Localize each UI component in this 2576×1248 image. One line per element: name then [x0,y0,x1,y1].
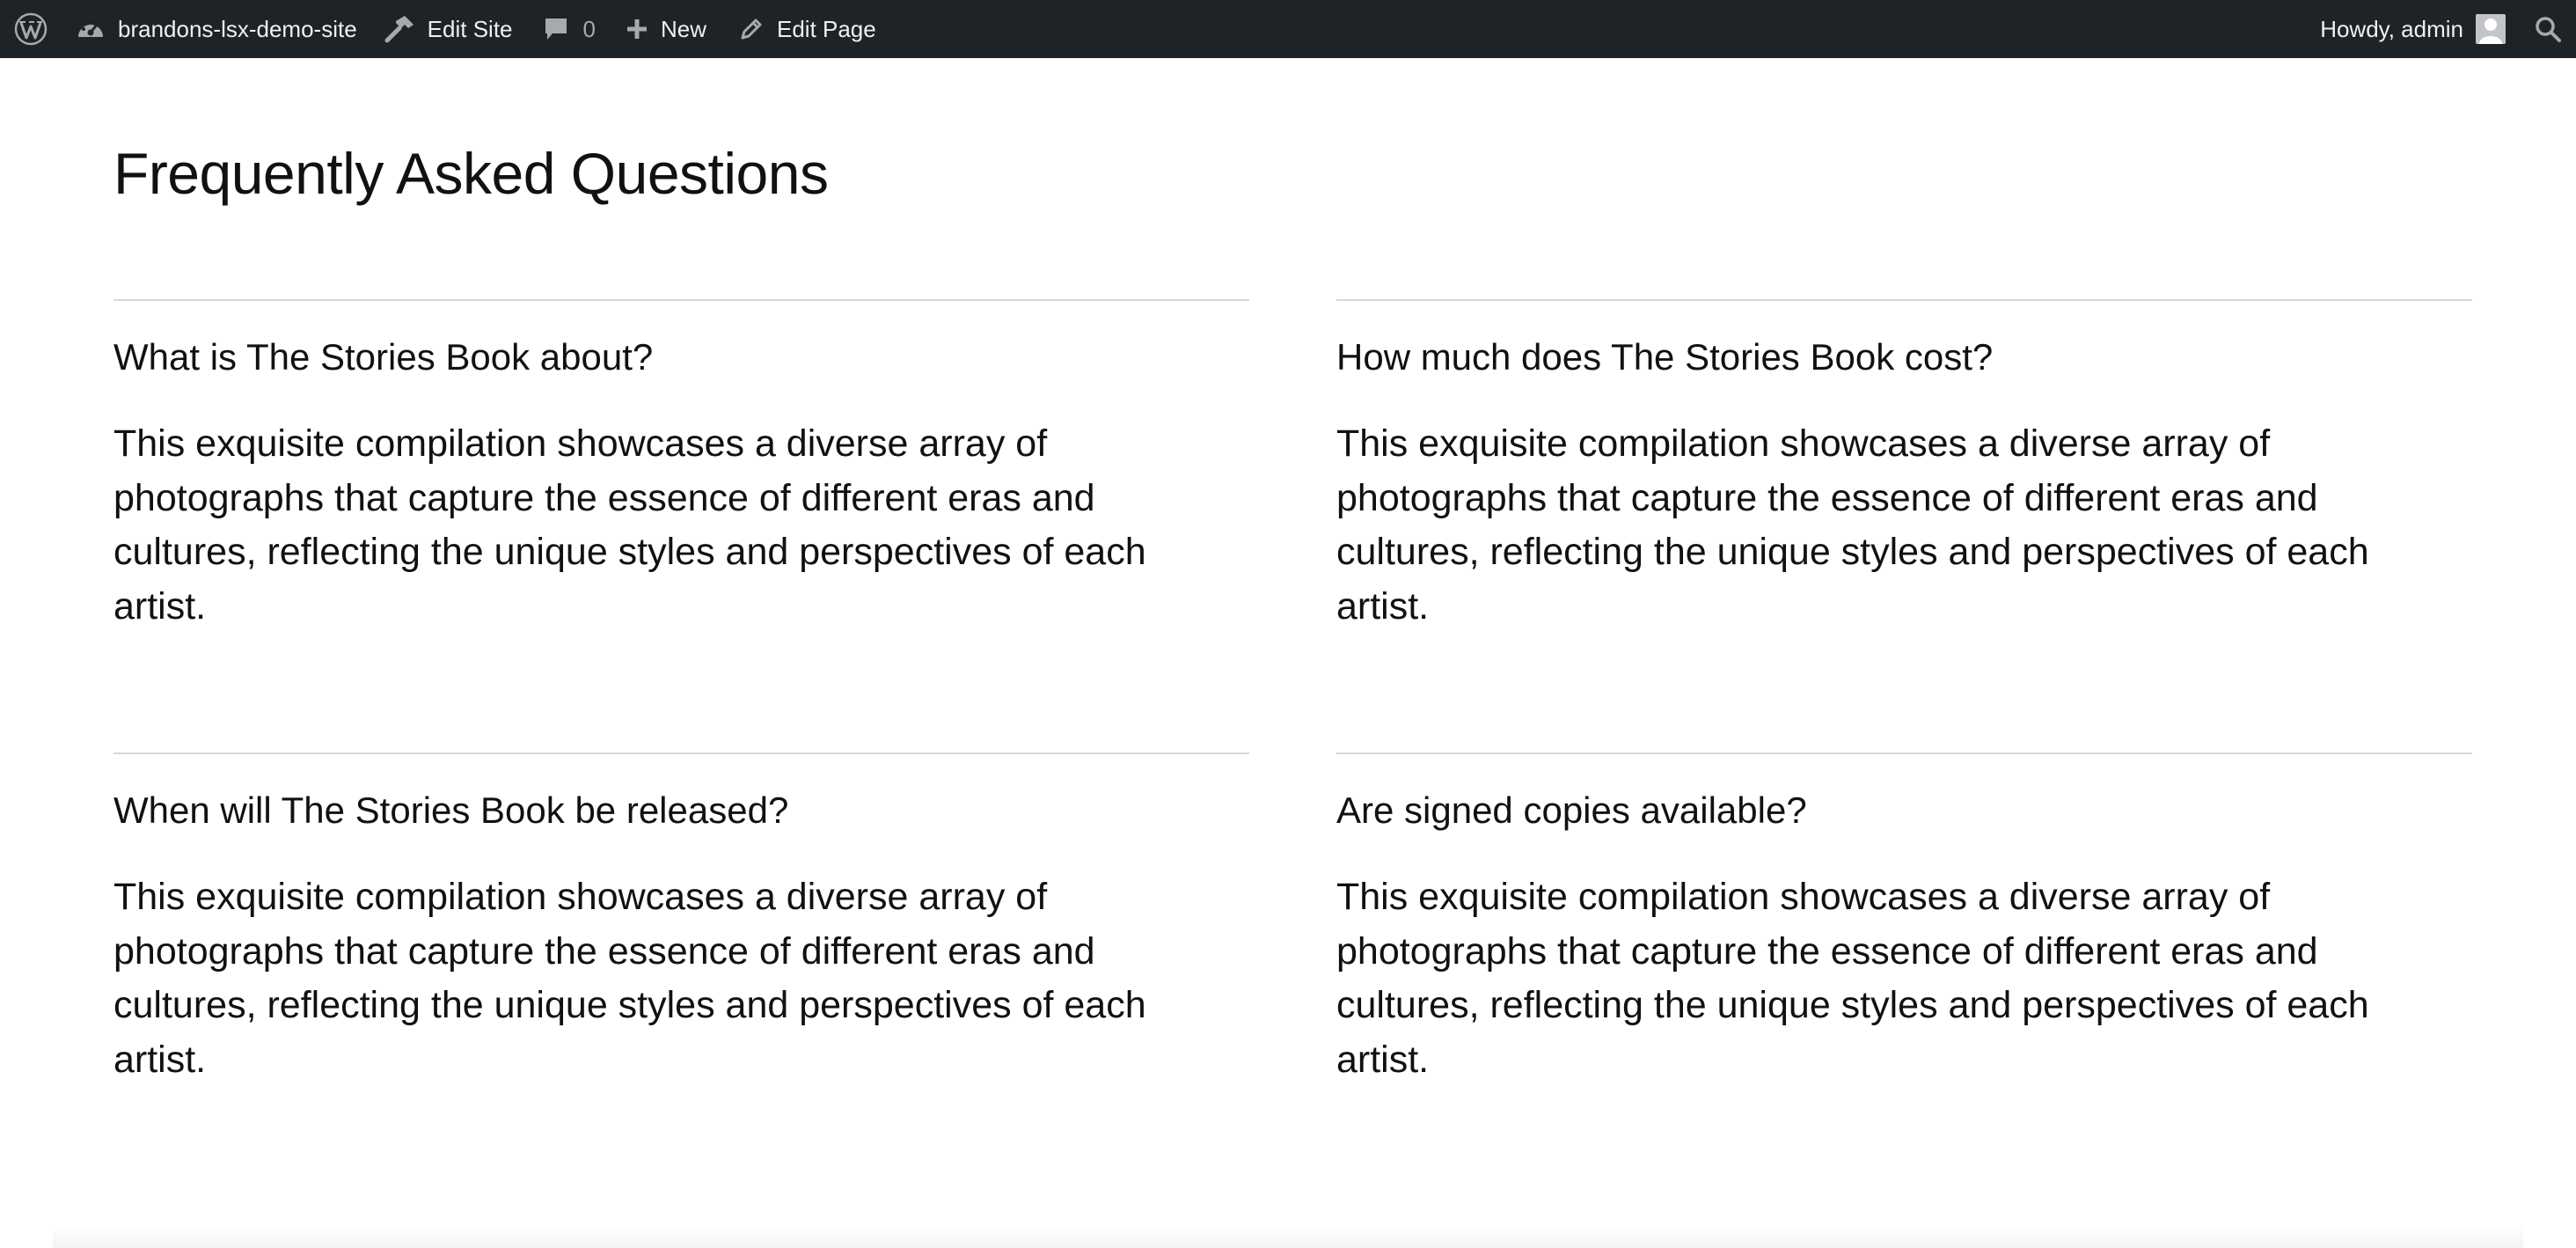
wordpress-logo-button[interactable] [2,0,60,58]
hammer-icon [384,14,415,44]
new-label: New [660,15,706,42]
user-avatar-icon [2479,18,2502,44]
faq-question: Are signed copies available? [1336,789,1807,831]
faq-answer: This exquisite compilation showcases a d… [113,876,1146,1081]
admin-bar-left: brandons-lsx-demo-site Edit Site 0 New E… [0,0,876,58]
search-icon [2534,15,2562,43]
admin-bar-right: Howdy, admin [2320,0,2576,58]
faq-item: Are signed copies available? This exquis… [1336,752,2472,1081]
edit-page-link[interactable]: Edit Page [738,0,876,58]
faq-answer: This exquisite compilation showcases a d… [1336,876,2369,1081]
site-name-label: brandons-lsx-demo-site [118,15,357,42]
edit-site-link[interactable]: Edit Site [384,0,513,58]
faq-answer: This exquisite compilation showcases a d… [1336,422,2369,628]
faq-item: What is The Stories Book about? This exq… [113,299,1249,628]
wordpress-logo-icon [13,11,48,47]
edit-page-label: Edit Page [776,15,876,42]
search-button[interactable] [2520,0,2576,58]
dashboard-icon [76,16,106,42]
footer-edge [53,1225,2523,1248]
faq-answer: This exquisite compilation showcases a d… [113,422,1146,628]
faq-question: When will The Stories Book be released? [113,789,789,831]
comments-count: 0 [582,15,596,42]
pencil-icon [738,16,765,42]
edit-site-label: Edit Site [427,15,513,42]
faq-question: What is The Stories Book about? [113,336,654,378]
page-title: Frequently Asked Questions [113,141,829,206]
faq-item: When will The Stories Book be released? … [113,752,1249,1081]
admin-bar: brandons-lsx-demo-site Edit Site 0 New E… [0,0,2576,58]
plus-icon [626,18,648,40]
comments-link[interactable]: 0 [543,0,596,58]
avatar [2476,14,2506,44]
faq-item: How much does The Stories Book cost? Thi… [1336,299,2472,628]
howdy-label: Howdy, admin [2320,15,2463,42]
new-content-link[interactable]: New [626,0,706,58]
site-name-link[interactable]: brandons-lsx-demo-site [76,0,357,58]
faq-question: How much does The Stories Book cost? [1336,336,1994,378]
my-account-menu[interactable]: Howdy, admin [2320,0,2506,58]
comment-bubble-icon [543,16,569,42]
